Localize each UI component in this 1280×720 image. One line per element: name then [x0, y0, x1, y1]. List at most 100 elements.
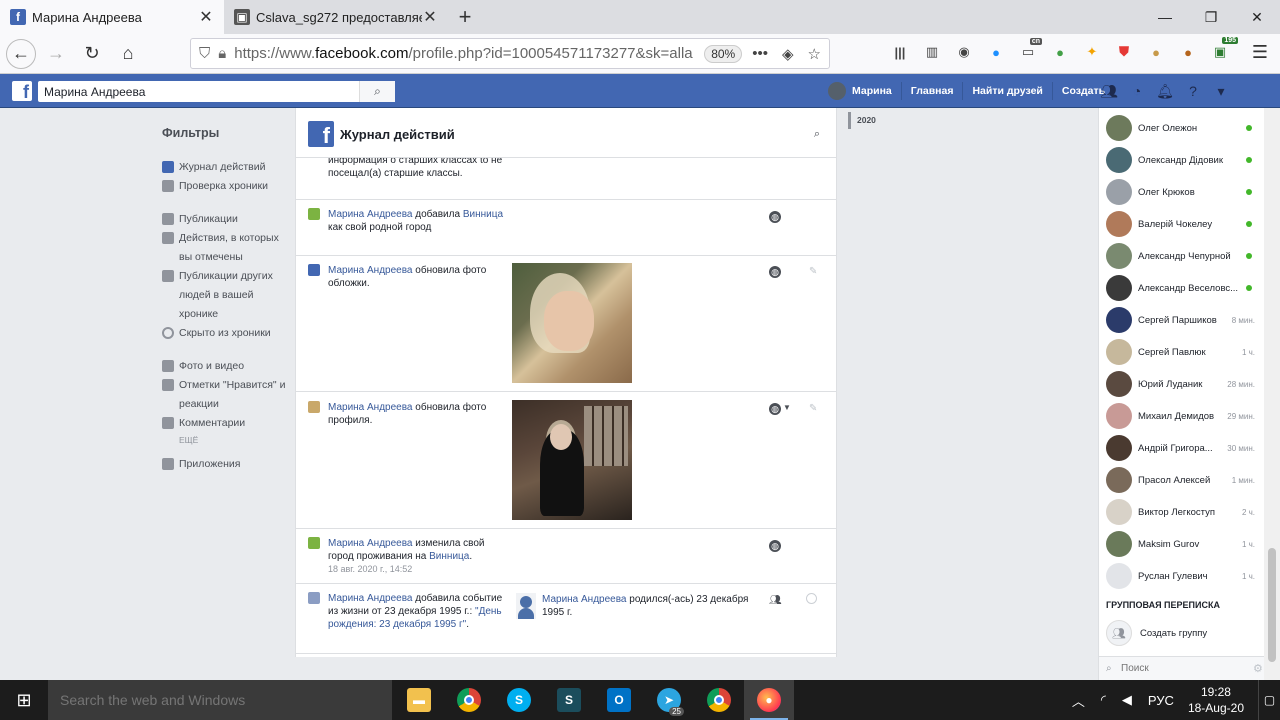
chat-contact[interactable]: Maksim Gurov 1 ч.	[1099, 528, 1265, 560]
gear-icon[interactable]: ⚙	[1253, 662, 1263, 675]
volume-icon[interactable]: ◀	[1122, 692, 1132, 708]
app-s-icon[interactable]: S	[544, 680, 594, 720]
cover-photo[interactable]	[512, 263, 632, 383]
timestamp[interactable]: 18 авг. 2020 г., 14:52	[328, 564, 412, 574]
friend-requests-icon[interactable]: 👥︎	[1100, 82, 1118, 100]
chat-contact[interactable]: Сергей Паршиков 8 мин.	[1099, 304, 1265, 336]
new-tab-button[interactable]: +	[448, 0, 482, 34]
filter-hidden[interactable]: Скрыто из хроники	[162, 324, 287, 343]
clock[interactable]: 19:28 18-Aug-20	[1188, 684, 1244, 716]
place-link[interactable]: Винница	[463, 209, 503, 220]
help-icon[interactable]: ?	[1184, 82, 1202, 100]
url-bar[interactable]: ⛉ 🔒︎ https://www.facebook.com/profile.ph…	[190, 38, 830, 69]
cookie-icon[interactable]: ●	[1146, 42, 1166, 62]
actor-link[interactable]: Марина Андреева	[328, 265, 413, 276]
chrome-icon[interactable]	[694, 680, 744, 720]
home-icon[interactable]: ⌂	[112, 38, 144, 70]
chat-contact[interactable]: Юрий Луданик 28 мин.	[1099, 368, 1265, 400]
language-indicator[interactable]: РУС	[1148, 693, 1174, 708]
lock-icon[interactable]: 🔒︎	[218, 45, 226, 62]
filter-comments[interactable]: Комментарии	[162, 414, 287, 433]
chat-contact[interactable]: Олександр Дідовик	[1099, 144, 1265, 176]
outlook-icon[interactable]: O	[594, 680, 644, 720]
filter-activity-log[interactable]: Журнал действий	[162, 158, 287, 177]
home-link[interactable]: Главная	[902, 82, 964, 100]
library-icon[interactable]: |||	[890, 42, 910, 62]
browser-tab-active[interactable]: f Марина Андреева ✕	[0, 0, 224, 34]
privacy-public-icon[interactable]: ◍	[769, 266, 781, 278]
privacy-friends-icon[interactable]: 👥︎	[769, 595, 782, 606]
profile-link[interactable]: Марина	[828, 82, 902, 100]
close-tab-icon[interactable]: ✕	[422, 7, 438, 27]
actor-link[interactable]: Марина Андреева	[328, 402, 413, 413]
chat-search-input[interactable]	[1099, 663, 1253, 674]
minimize-icon[interactable]: —	[1142, 0, 1188, 34]
scrollbar-thumb[interactable]	[1268, 548, 1276, 662]
chat-contact[interactable]: Прасол Алексей 1 мин.	[1099, 464, 1265, 496]
actor-link[interactable]: Марина Андреева	[328, 538, 413, 549]
telegram-icon[interactable]: ➤ 25	[644, 680, 694, 720]
actor-link[interactable]: Марина Андреева	[328, 209, 413, 220]
restore-icon[interactable]: ❐	[1188, 0, 1234, 34]
edit-pencil-icon[interactable]: ✎	[809, 403, 817, 414]
chat-contact[interactable]: Александр Веселовс...	[1099, 272, 1265, 304]
facebook-logo-icon[interactable]: f	[12, 81, 32, 101]
translate-extension-icon[interactable]: ▭ cn	[1018, 38, 1042, 62]
counter-extension-icon[interactable]: ▣ 195	[1210, 37, 1238, 62]
privacy-dropdown-icon[interactable]: ▼	[783, 403, 791, 412]
filter-timeline-review[interactable]: Проверка хроники	[162, 177, 287, 196]
avatar-extension-icon[interactable]: ●	[1178, 42, 1198, 62]
privacy-public-icon[interactable]: ◍	[769, 211, 781, 223]
chat-contact[interactable]: Сергей Павлюк 1 ч.	[1099, 336, 1265, 368]
windows-start-icon[interactable]: ⊞	[0, 680, 48, 720]
filter-tagged[interactable]: Действия, в которых вы отмечены	[162, 229, 287, 267]
close-window-icon[interactable]: ✕	[1234, 0, 1280, 34]
page-scrollbar[interactable]	[1264, 108, 1280, 680]
file-explorer-icon[interactable]: ▬	[394, 680, 444, 720]
actor-link[interactable]: Марина Андреева	[542, 594, 627, 605]
account-icon[interactable]: ◉	[954, 42, 974, 62]
chrome-icon[interactable]	[444, 680, 494, 720]
privacy-public-icon[interactable]: ◍	[769, 403, 781, 415]
url-text[interactable]: https://www.facebook.com/profile.php?id=…	[234, 45, 694, 62]
hidden-toggle-icon[interactable]	[806, 593, 817, 604]
skype-icon[interactable]: S	[494, 680, 544, 720]
browser-tab[interactable]: ▣ Cslava_sg272 предоставляет в ✕	[224, 0, 448, 34]
forward-icon[interactable]: →	[40, 38, 72, 70]
search-icon[interactable]: ⌕	[359, 81, 395, 102]
ublock-icon[interactable]: ⛊	[1114, 42, 1134, 62]
hamburger-menu-icon[interactable]: ☰	[1252, 42, 1268, 63]
bookmark-star-icon[interactable]: ☆	[808, 45, 821, 63]
wifi-icon[interactable]: ◜	[1101, 692, 1106, 708]
chat-contact[interactable]: Олег Крюков	[1099, 176, 1265, 208]
map-pin-icon[interactable]: ●	[1050, 42, 1070, 62]
privacy-public-icon[interactable]: ◍	[769, 540, 781, 552]
messenger-icon[interactable]: ◔	[1128, 82, 1146, 100]
taskbar-search-input[interactable]	[48, 680, 392, 720]
find-friends-link[interactable]: Найти друзей	[963, 82, 1053, 100]
create-group-button[interactable]: 👥︎ Создать группу	[1106, 620, 1207, 646]
place-link[interactable]: Винница	[429, 551, 469, 562]
reload-icon[interactable]: ↻	[76, 38, 108, 70]
chat-contact[interactable]: Александр Чепурной	[1099, 240, 1265, 272]
pocket-icon[interactable]: ◈	[782, 45, 794, 63]
profile-photo[interactable]	[512, 400, 632, 520]
filter-photos-videos[interactable]: Фото и видео	[162, 357, 287, 376]
search-icon[interactable]: ⌕	[814, 128, 820, 141]
chat-contact[interactable]: Михаил Демидов 29 мин.	[1099, 400, 1265, 432]
notifications-icon[interactable]: ▢	[1258, 680, 1280, 720]
filter-apps[interactable]: Приложения	[162, 455, 287, 474]
location-pin-icon[interactable]: ●	[986, 42, 1006, 62]
close-tab-icon[interactable]: ✕	[198, 7, 214, 27]
chat-contact[interactable]: Руслан Гулевич 1 ч.	[1099, 560, 1265, 592]
sidebar-icon[interactable]: ▥	[922, 42, 942, 62]
shield-icon[interactable]: ⛉	[199, 45, 210, 62]
account-dropdown-icon[interactable]: ▾	[1212, 82, 1230, 100]
chat-contact[interactable]: Андрій Григора... 30 мин.	[1099, 432, 1265, 464]
filter-likes[interactable]: Отметки "Нравится" и реакции	[162, 376, 287, 414]
notifications-bell-icon[interactable]: 🔔︎	[1156, 82, 1174, 100]
back-icon[interactable]: ←	[6, 38, 36, 69]
chat-contact[interactable]: Олег Олежон	[1099, 112, 1265, 144]
firefox-icon[interactable]: ●	[744, 680, 794, 720]
puzzle-extension-icon[interactable]: ✦	[1082, 42, 1102, 62]
